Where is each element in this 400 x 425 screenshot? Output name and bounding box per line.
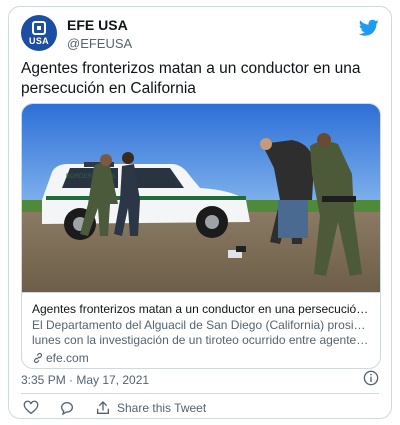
link-domain-text: efe.com bbox=[46, 351, 89, 365]
link-description: El Departamento del Alguacil de San Dieg… bbox=[32, 318, 372, 348]
info-icon[interactable] bbox=[363, 370, 379, 386]
link-description-line-2: lunes con la investigación de un tiroteo… bbox=[32, 333, 372, 347]
article-photo: BORDER PATROL bbox=[22, 104, 380, 292]
link-icon bbox=[33, 352, 43, 364]
tweet-card[interactable]: USA EFE USA @EFEUSA Agentes fronterizos … bbox=[8, 6, 392, 419]
link-meta[interactable]: Agentes fronterizos matan a un conductor… bbox=[22, 292, 380, 368]
share-label: Share this Tweet bbox=[117, 401, 207, 415]
tweet-timestamp[interactable]: 3:35 PM · May 17, 2021 bbox=[21, 373, 149, 387]
link-description-line-1: El Departamento del Alguacil de San Dieg… bbox=[32, 318, 372, 332]
share-button[interactable]: Share this Tweet bbox=[95, 399, 206, 417]
efe-logo-icon bbox=[32, 21, 46, 35]
twitter-bird-icon[interactable] bbox=[359, 19, 379, 37]
link-preview-card[interactable]: BORDER PATROL Agentes fronterizos matan … bbox=[21, 103, 381, 369]
account-handle[interactable]: @EFEUSA bbox=[67, 36, 132, 51]
link-domain[interactable]: efe.com bbox=[32, 351, 89, 365]
avatar-logo-text: USA bbox=[29, 36, 49, 46]
reply-button[interactable] bbox=[59, 399, 75, 417]
tweet-actions: Share this Tweet bbox=[21, 399, 379, 417]
account-name[interactable]: EFE USA bbox=[67, 17, 128, 33]
avatar[interactable]: USA bbox=[21, 15, 57, 51]
divider bbox=[21, 393, 379, 394]
share-icon bbox=[97, 401, 109, 414]
reply-icon bbox=[60, 402, 74, 416]
tweet-header: USA EFE USA @EFEUSA bbox=[21, 15, 379, 55]
heart-icon bbox=[23, 400, 39, 415]
tweet-text: Agentes fronterizos matan a un conductor… bbox=[21, 60, 361, 97]
link-title[interactable]: Agentes fronterizos matan a un conductor… bbox=[32, 302, 372, 317]
like-button[interactable] bbox=[23, 399, 39, 417]
